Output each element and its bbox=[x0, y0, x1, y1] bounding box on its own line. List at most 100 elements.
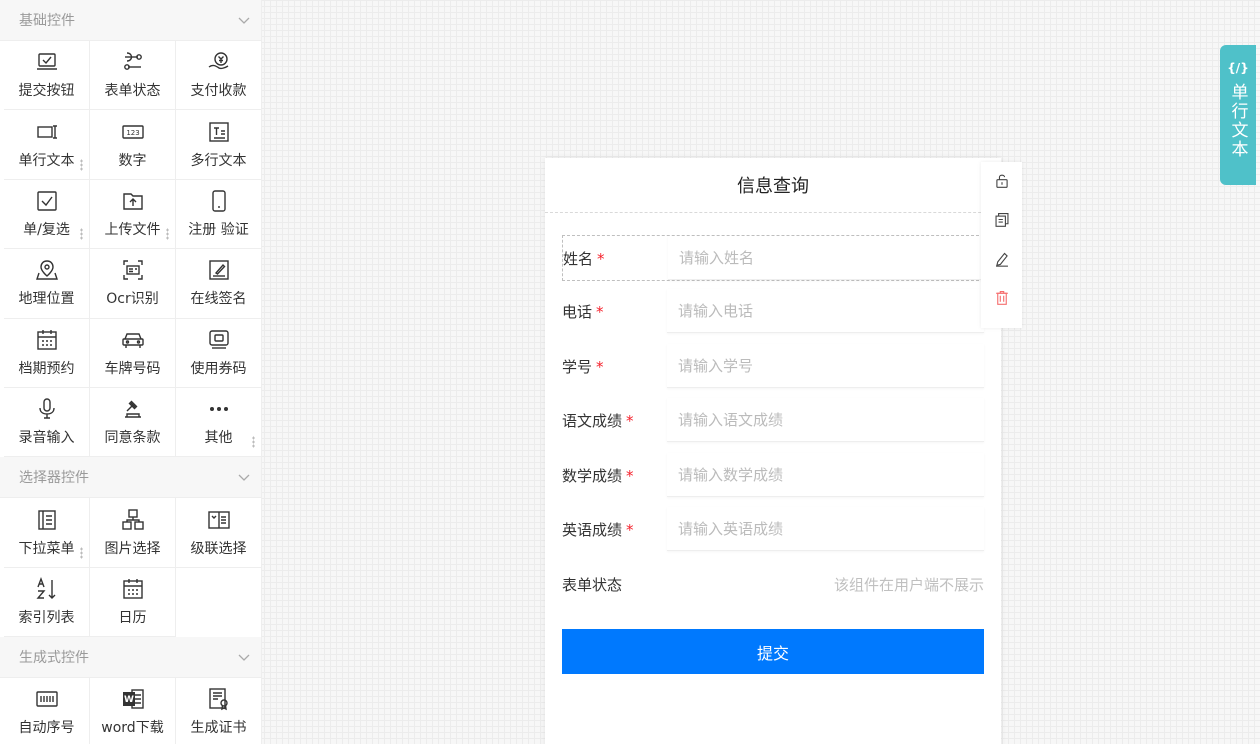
widget-certificate[interactable]: 生成证书 bbox=[176, 678, 261, 744]
group-header-basic[interactable]: 基础控件 bbox=[0, 0, 261, 41]
field-label: 语文成绩 * bbox=[562, 411, 634, 430]
widget-cascader[interactable]: 级联选择 bbox=[176, 498, 261, 568]
required-mark: * bbox=[596, 302, 604, 321]
gavel-icon bbox=[124, 400, 141, 418]
submit-button[interactable]: 提交 bbox=[562, 629, 984, 674]
widget-label: 索引列表 bbox=[18, 609, 75, 626]
widget-payment[interactable]: 支付收款 bbox=[176, 41, 261, 111]
ocr-icon bbox=[122, 260, 143, 281]
widget-number[interactable]: 123 数字 bbox=[90, 110, 176, 180]
field-label: 姓名 * bbox=[563, 249, 605, 268]
widget-location[interactable]: 地理位置 bbox=[4, 249, 90, 319]
chevron-down-icon bbox=[238, 654, 250, 662]
widget-multi-line-text[interactable]: 多行文本 bbox=[176, 110, 261, 180]
field-label: 学号 * bbox=[562, 357, 604, 376]
widget-label: 录音输入 bbox=[18, 430, 75, 447]
group-header-selector[interactable]: 选择器控件 bbox=[0, 457, 261, 499]
svg-text:123: 123 bbox=[126, 129, 139, 137]
widget-checkbox[interactable]: 单/复选 bbox=[4, 179, 90, 250]
widget-index-list[interactable]: 索引列表 bbox=[4, 567, 90, 638]
widget-voice-input[interactable]: 录音输入 bbox=[4, 387, 90, 458]
widget-word-download[interactable]: W word下载 bbox=[90, 678, 176, 744]
math-score-input[interactable] bbox=[678, 465, 984, 484]
edit-icon[interactable] bbox=[992, 250, 1012, 267]
widget-license-plate[interactable]: 车牌号码 bbox=[90, 318, 176, 388]
form-field-english-score[interactable]: 英语成绩 * bbox=[562, 506, 984, 552]
drag-handle[interactable] bbox=[80, 158, 83, 171]
widget-label: 自动序号 bbox=[18, 720, 75, 737]
form-field-math-score[interactable]: 数学成绩 * bbox=[562, 452, 984, 498]
widget-label: 级联选择 bbox=[190, 540, 247, 557]
delete-icon[interactable] bbox=[992, 289, 1012, 306]
chevron-down-icon bbox=[238, 17, 250, 24]
image-select-icon bbox=[121, 508, 144, 530]
drag-handle[interactable] bbox=[166, 228, 169, 241]
copy-icon[interactable] bbox=[992, 211, 1012, 228]
status-icon bbox=[123, 52, 142, 71]
widget-label: 使用券码 bbox=[190, 360, 247, 377]
widget-signature[interactable]: 在线签名 bbox=[176, 249, 261, 319]
field-label: 电话 * bbox=[562, 302, 604, 321]
form-field-student-id[interactable]: 学号 * bbox=[562, 343, 984, 389]
form-field-name[interactable]: 姓名 * bbox=[562, 235, 984, 281]
drag-handle[interactable] bbox=[252, 436, 255, 449]
widget-upload[interactable]: 上传文件 bbox=[90, 179, 176, 250]
field-input-wrapper bbox=[667, 289, 984, 333]
widget-calendar[interactable]: 日历 bbox=[90, 567, 176, 638]
form-field-status[interactable]: 表单状态 该组件在用户端不展示 bbox=[562, 561, 984, 607]
field-input-wrapper bbox=[667, 507, 984, 551]
widget-single-line-text[interactable]: 单行文本 bbox=[4, 110, 90, 180]
phone-icon bbox=[211, 190, 226, 212]
widget-submit-button[interactable]: 提交按钮 bbox=[4, 41, 90, 111]
required-mark: * bbox=[596, 357, 604, 376]
widget-dropdown[interactable]: 下拉菜单 bbox=[4, 498, 90, 568]
field-input-wrapper bbox=[668, 236, 983, 280]
widget-other[interactable]: 其他 bbox=[176, 387, 261, 458]
phone-input[interactable] bbox=[678, 301, 984, 320]
single-line-text-icon bbox=[36, 124, 57, 139]
widget-label: 支付收款 bbox=[190, 83, 247, 100]
widget-serial-number[interactable]: 自动序号 bbox=[4, 678, 90, 744]
form-field-chinese-score[interactable]: 语文成绩 * bbox=[562, 397, 984, 443]
property-panel-tab[interactable]: {/} 单行文本 bbox=[1220, 45, 1256, 185]
field-input-wrapper bbox=[667, 344, 984, 388]
certificate-icon bbox=[208, 688, 228, 711]
widget-schedule[interactable]: 档期预约 bbox=[4, 318, 90, 388]
widget-coupon[interactable]: 使用券码 bbox=[176, 318, 261, 388]
calendar-icon bbox=[36, 329, 57, 350]
form-title[interactable]: 信息查询 bbox=[545, 158, 1001, 213]
drag-handle[interactable] bbox=[80, 228, 83, 241]
drag-handle[interactable] bbox=[80, 546, 83, 559]
upload-icon bbox=[122, 193, 143, 210]
english-score-input[interactable] bbox=[678, 519, 984, 538]
field-input-wrapper bbox=[667, 398, 984, 442]
form-field-phone[interactable]: 电话 * bbox=[562, 288, 984, 334]
group-header-generative[interactable]: 生成式控件 bbox=[0, 637, 261, 679]
required-mark: * bbox=[597, 249, 605, 268]
multi-line-text-icon bbox=[208, 121, 229, 142]
name-input[interactable] bbox=[679, 248, 983, 267]
widget-label: 单/复选 bbox=[23, 221, 70, 238]
svg-text:W: W bbox=[124, 695, 134, 705]
widget-label: 提交按钮 bbox=[18, 83, 75, 100]
widget-agree-terms[interactable]: 同意条款 bbox=[90, 387, 176, 458]
code-icon: {/} bbox=[1227, 61, 1249, 75]
widget-image-select[interactable]: 图片选择 bbox=[90, 498, 176, 568]
widget-label: 上传文件 bbox=[104, 221, 161, 238]
signature-icon bbox=[208, 260, 229, 281]
widget-label: 图片选择 bbox=[104, 540, 161, 557]
microphone-icon bbox=[38, 398, 55, 419]
chinese-score-input[interactable] bbox=[678, 410, 984, 429]
coupon-icon bbox=[208, 330, 229, 349]
field-label: 英语成绩 * bbox=[562, 520, 634, 539]
widget-grid-selector: 下拉菜单 图片选择 级联选择 索引列表 日历 bbox=[0, 498, 261, 638]
field-label: 表单状态 bbox=[562, 575, 623, 594]
widget-ocr[interactable]: Ocr识别 bbox=[90, 249, 176, 319]
unlock-icon[interactable] bbox=[992, 172, 1012, 189]
widget-label: 档期预约 bbox=[18, 360, 75, 377]
widget-grid-generative: 自动序号 W word下载 生成证书 bbox=[0, 678, 261, 744]
widget-form-status[interactable]: 表单状态 bbox=[90, 41, 176, 111]
number-icon: 123 bbox=[121, 124, 144, 139]
widget-register-verify[interactable]: 注册 验证 bbox=[176, 179, 261, 250]
student-id-input[interactable] bbox=[678, 356, 984, 375]
